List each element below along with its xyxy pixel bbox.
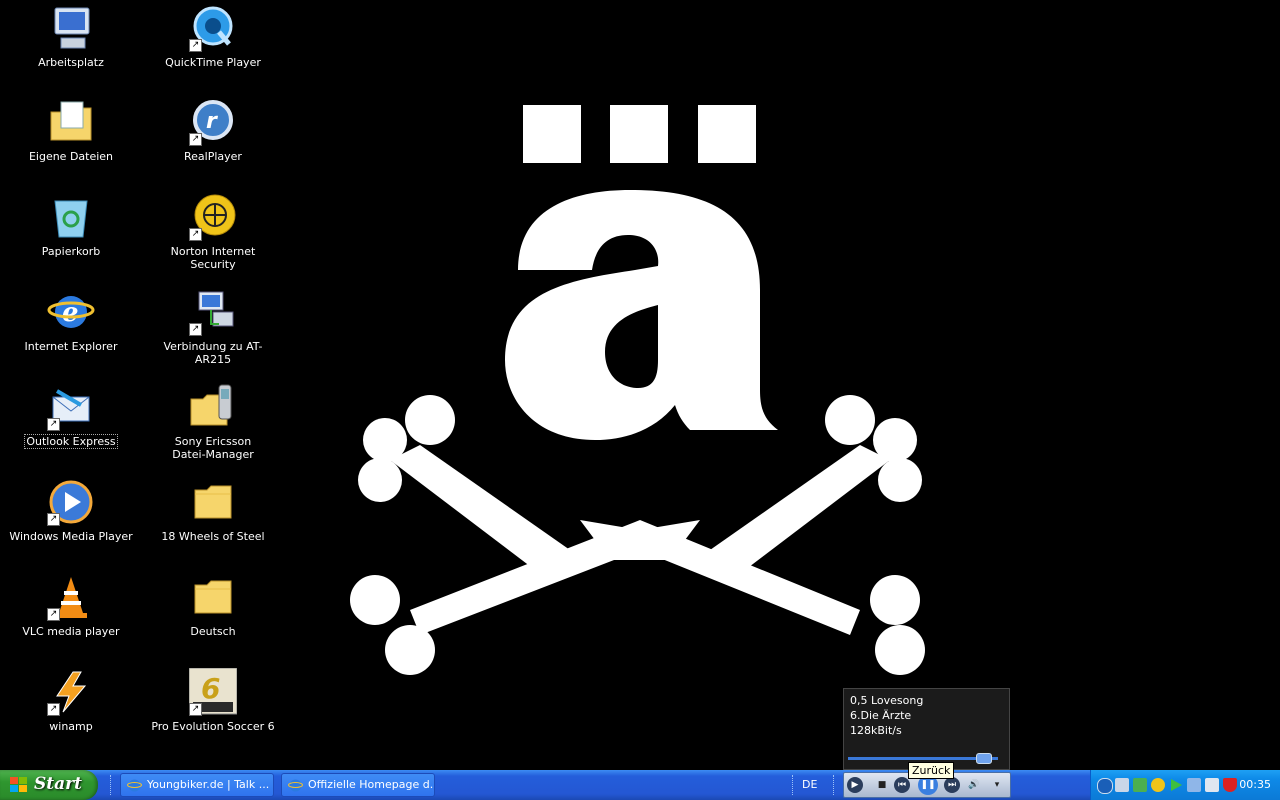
desktop-icon-winamp[interactable]: ↗ winamp [6, 668, 136, 733]
quicktime-icon: ↗ [189, 4, 237, 52]
icon-label-line: Sony Ericsson [174, 435, 252, 448]
start-label: Start [34, 774, 82, 794]
internet-explorer-icon: e [47, 288, 95, 336]
start-button[interactable]: Start [0, 770, 98, 800]
icon-label: Norton Internet Security [170, 245, 256, 271]
phone-folder-icon [189, 383, 237, 431]
desktop-icon-pes6[interactable]: 6 ↗ Pro Evolution Soccer 6 [148, 667, 278, 733]
norton-tray-icon[interactable] [1151, 778, 1165, 792]
shortcut-arrow-icon: ↗ [189, 39, 202, 52]
tooltip: Zurück [908, 762, 955, 779]
desktop-icon-18-wheels[interactable]: 18 Wheels of Steel [148, 478, 278, 543]
shortcut-arrow-icon: ↗ [47, 608, 60, 621]
desktop-icon-outlook-express[interactable]: ↗ Outlook Express [6, 383, 136, 449]
icon-label: 18 Wheels of Steel [161, 530, 265, 543]
folder-icon [189, 573, 237, 621]
desktop-icon-windows-media-player[interactable]: ↗ Windows Media Player [6, 478, 136, 543]
svg-text:r: r [206, 109, 218, 134]
desktop-icon-realplayer[interactable]: r ↗ RealPlayer [148, 98, 278, 163]
network-icon[interactable] [1115, 778, 1129, 792]
chevron-left-icon[interactable] [1097, 778, 1113, 794]
internet-explorer-icon [127, 779, 142, 792]
track-artist: 6.Die Ärzte [850, 709, 912, 722]
desktop-icon-quicktime[interactable]: ↗ QuickTime Player [148, 4, 278, 69]
shortcut-arrow-icon: ↗ [189, 228, 202, 241]
winamp-icon: ↗ [47, 668, 95, 716]
taskbar: Start Youngbiker.de | Talk ... Offiziell… [0, 770, 1280, 800]
desktop-icon-arbeitsplatz[interactable]: Arbeitsplatz [6, 4, 136, 69]
network-connection-icon: ↗ [189, 288, 237, 336]
folder-icon [189, 478, 237, 526]
icon-label: Outlook Express [24, 434, 118, 449]
icon-label: Eigene Dateien [28, 150, 114, 163]
norton-globe-icon: ↗ [189, 193, 237, 241]
icon-label: Deutsch [190, 625, 236, 638]
desktop-icon-papierkorb[interactable]: Papierkorb [6, 193, 136, 258]
icon-label: Arbeitsplatz [38, 56, 104, 69]
desktop-icon-eigene-dateien[interactable]: Eigene Dateien [6, 98, 136, 163]
desktop: Arbeitsplatz Eigene Dateien Papierkorb e… [0, 0, 1280, 770]
security-shield-icon[interactable] [1223, 778, 1237, 792]
outlook-express-icon: ↗ [47, 383, 95, 431]
desktop-icon-sony-ericsson[interactable]: Sony Ericsson Datei-Manager [148, 383, 278, 461]
vlc-cone-icon: ↗ [47, 573, 95, 621]
network-connection-tray-icon[interactable] [1187, 778, 1201, 792]
icon-label-line: Datei-Manager [172, 448, 254, 461]
icon-label: VLC media player [22, 625, 120, 638]
shortcut-arrow-icon: ↗ [47, 703, 60, 716]
spyware-icon[interactable] [1133, 778, 1147, 792]
taskbar-grip[interactable] [792, 775, 796, 795]
next-track-icon[interactable]: ⏭ [944, 777, 960, 793]
seek-thumb[interactable] [976, 753, 992, 764]
icon-label: Internet Explorer [24, 340, 118, 353]
media-player-info-popup: 0,5 Lovesong 6.Die Ärzte 128kBit/s [843, 688, 1010, 770]
internet-explorer-icon [288, 779, 303, 792]
desktop-icon-vlc[interactable]: ↗ VLC media player [6, 573, 136, 638]
icon-label: Verbindung zu AT-AR215 [163, 340, 263, 366]
my-computer-icon [47, 4, 95, 52]
icon-label: Pro Evolution Soccer 6 [151, 720, 275, 733]
desktop-icon-norton[interactable]: ↗ Norton Internet Security [148, 193, 278, 271]
desktop-icon-internet-explorer[interactable]: e Internet Explorer [6, 288, 136, 353]
windows-flag-icon [10, 777, 27, 792]
svg-text:6: 6 [201, 672, 220, 705]
taskbar-grip[interactable] [833, 775, 837, 795]
language-indicator[interactable]: DE [802, 778, 817, 791]
desktop-icon-verbindung[interactable]: ↗ Verbindung zu AT-AR215 [148, 288, 278, 366]
volume-icon[interactable]: 🔊 [966, 777, 982, 793]
pes6-game-icon: 6 ↗ [188, 667, 238, 716]
task-label: Offizielle Homepage d... [308, 778, 435, 791]
shortcut-arrow-icon: ↗ [189, 133, 202, 146]
icon-label: RealPlayer [184, 150, 242, 163]
desktop-icon-deutsch[interactable]: Deutsch [148, 573, 278, 638]
display-tray-icon[interactable] [1205, 778, 1219, 792]
media-play-tray-icon[interactable] [1169, 778, 1183, 792]
wallpaper-logo [350, 105, 925, 675]
media-player-logo-icon[interactable]: ▶ [847, 777, 863, 793]
icon-label: Windows Media Player [9, 530, 133, 543]
taskbar-button-offizielle-homepage[interactable]: Offizielle Homepage d... [281, 773, 435, 797]
system-tray: 00:35 [1090, 770, 1280, 800]
chevron-down-icon[interactable]: ▾ [989, 777, 1005, 793]
shortcut-arrow-icon: ↗ [47, 418, 60, 431]
realplayer-icon: r ↗ [189, 98, 237, 146]
documents-folder-icon [47, 98, 95, 146]
taskbar-grip[interactable] [110, 775, 114, 795]
stop-icon[interactable]: ■ [874, 777, 890, 793]
icon-label: Papierkorb [41, 245, 101, 258]
shortcut-arrow-icon: ↗ [189, 703, 202, 716]
taskbar-button-youngbiker[interactable]: Youngbiker.de | Talk ... [120, 773, 274, 797]
icon-label: Sony Ericsson Datei-Manager [171, 435, 255, 461]
shortcut-arrow-icon: ↗ [47, 513, 60, 526]
clock[interactable]: 00:35 [1239, 778, 1271, 791]
track-bitrate: 128kBit/s [850, 724, 902, 737]
previous-track-icon[interactable]: ⏮ [894, 777, 910, 793]
track-title: 0,5 Lovesong [850, 694, 924, 707]
shortcut-arrow-icon: ↗ [189, 323, 202, 336]
recycle-bin-icon [47, 193, 95, 241]
task-label: Youngbiker.de | Talk ... [147, 778, 270, 791]
icon-label: winamp [49, 720, 93, 733]
windows-media-player-icon: ↗ [47, 478, 95, 526]
icon-label: QuickTime Player [165, 56, 261, 69]
